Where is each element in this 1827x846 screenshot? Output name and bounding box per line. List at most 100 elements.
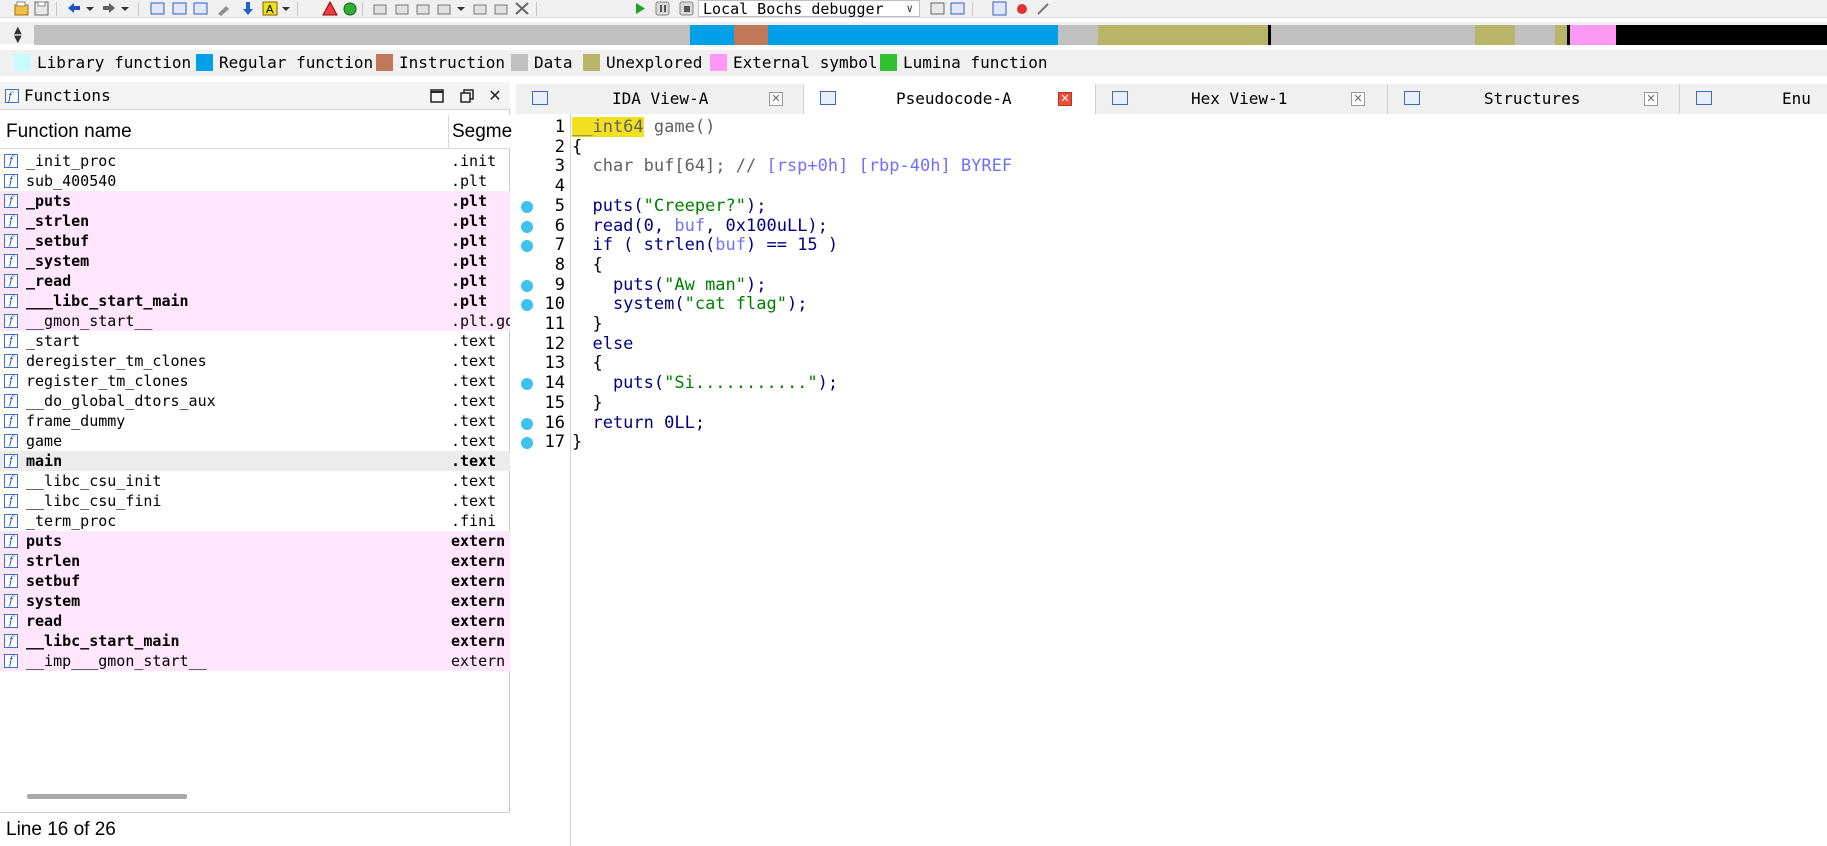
- debug-option-icon[interactable]: [930, 1, 946, 16]
- add-breakpoint-icon[interactable]: [1014, 1, 1030, 16]
- close-x-icon[interactable]: [514, 1, 530, 16]
- function-name: __gmon_start__: [26, 312, 153, 330]
- warning-icon[interactable]: [322, 0, 338, 16]
- function-row[interactable]: f setbuf extern: [0, 571, 510, 591]
- function-row[interactable]: f __imp___gmon_start__ extern: [0, 651, 510, 671]
- function-row[interactable]: f _setbuf .plt: [0, 231, 510, 251]
- green-dot-icon[interactable]: [342, 1, 358, 16]
- enum-icon[interactable]: [193, 1, 209, 16]
- call-token: );: [817, 373, 839, 394]
- graph-tool-icon[interactable]: [372, 1, 388, 16]
- toolbar-separator: [362, 2, 363, 16]
- tab-enums[interactable]: Enu: [1680, 84, 1827, 114]
- function-row[interactable]: f strlen extern: [0, 551, 510, 571]
- play-icon[interactable]: [632, 1, 648, 16]
- graph-tool-icon[interactable]: [493, 1, 509, 16]
- jump-down-icon[interactable]: [240, 1, 256, 16]
- function-row[interactable]: f _puts .plt: [0, 191, 510, 211]
- forward-arrow-icon[interactable]: [101, 1, 117, 16]
- graph-tool-icon[interactable]: [472, 1, 488, 16]
- call-token: system(: [572, 294, 685, 315]
- function-icon: f: [4, 354, 18, 368]
- nav-band-down-arrow-icon[interactable]: ▼: [14, 34, 22, 45]
- tab-close-icon[interactable]: ✕: [1644, 92, 1658, 106]
- function-icon: f: [4, 414, 18, 428]
- column-divider[interactable]: [448, 115, 449, 149]
- tab-label: IDA View-A: [612, 89, 709, 108]
- code-line[interactable]: 17}: [516, 431, 1827, 454]
- function-row[interactable]: f read extern: [0, 611, 510, 631]
- horizontal-scrollbar-thumb[interactable]: [27, 794, 187, 799]
- function-row[interactable]: f game .text: [0, 431, 510, 451]
- close-icon[interactable]: ✕: [484, 85, 506, 107]
- graph-tool-icon[interactable]: [415, 1, 431, 16]
- forward-dropdown-icon[interactable]: [119, 1, 135, 16]
- maximize-icon[interactable]: [426, 85, 448, 107]
- function-row[interactable]: f _start .text: [0, 331, 510, 351]
- function-row[interactable]: f __libc_csu_fini .text: [0, 491, 510, 511]
- tab-ida-view-a[interactable]: IDA View-A ✕: [516, 84, 804, 114]
- function-row[interactable]: f _term_proc .fini: [0, 511, 510, 531]
- function-row[interactable]: f frame_dummy .text: [0, 411, 510, 431]
- function-row[interactable]: f _read .plt: [0, 271, 510, 291]
- debug-attach-icon[interactable]: [950, 1, 966, 16]
- text-color-dropdown-icon[interactable]: [280, 1, 296, 16]
- toolbar-separator: [56, 2, 57, 16]
- tab-pseudocode-a[interactable]: Pseudocode-A ✕: [804, 84, 1096, 115]
- legend-library-function: Library function: [14, 53, 191, 73]
- restore-icon[interactable]: [456, 85, 478, 107]
- debugger-select[interactable]: Local Bochs debugger ∨: [698, 0, 920, 17]
- debug-tool-icon[interactable]: [1036, 1, 1052, 16]
- function-row[interactable]: f __gmon_start__ .plt.go: [0, 311, 510, 331]
- tab-close-icon[interactable]: ✕: [1351, 92, 1365, 106]
- function-row[interactable]: f register_tm_clones .text: [0, 371, 510, 391]
- line-number: 17: [544, 432, 565, 453]
- function-name: _start: [26, 332, 81, 350]
- function-row[interactable]: f deregister_tm_clones .text: [0, 351, 510, 371]
- segment-icon[interactable]: [150, 1, 166, 16]
- graph-tool-icon[interactable]: [394, 1, 410, 16]
- return-token: return 0LL;: [572, 412, 706, 433]
- function-row[interactable]: f _system .plt: [0, 251, 510, 271]
- back-dropdown-icon[interactable]: [84, 1, 100, 16]
- function-row[interactable]: f __libc_csu_init .text: [0, 471, 510, 491]
- save-icon[interactable]: [34, 1, 50, 16]
- struct-icon[interactable]: [172, 1, 188, 16]
- tool-icon[interactable]: [216, 1, 232, 16]
- function-segment: .plt.go: [451, 312, 510, 330]
- text-color-icon[interactable]: A: [262, 1, 278, 16]
- function-segment: .plt: [451, 232, 488, 250]
- tab-structures[interactable]: Structures ✕: [1388, 84, 1680, 114]
- tab-close-icon[interactable]: ✕: [769, 92, 783, 106]
- function-row[interactable]: f __libc_start_main extern: [0, 631, 510, 651]
- function-row[interactable]: f _strlen .plt: [0, 211, 510, 231]
- function-name: __libc_start_main: [26, 632, 180, 650]
- function-row[interactable]: f sub_400540 .plt: [0, 171, 510, 191]
- legend-label: Data: [534, 53, 573, 72]
- call-token: );: [786, 294, 808, 315]
- graph-tool-icon[interactable]: [436, 1, 452, 16]
- column-header-segment[interactable]: Segme: [452, 121, 512, 143]
- back-arrow-icon[interactable]: [66, 1, 82, 16]
- function-row[interactable]: f __do_global_dtors_aux .text: [0, 391, 510, 411]
- function-row[interactable]: f _init_proc .init: [0, 151, 510, 171]
- graph-dropdown-icon[interactable]: [455, 1, 471, 16]
- tab-close-icon[interactable]: ✕: [1058, 92, 1072, 106]
- function-row[interactable]: f system extern: [0, 591, 510, 611]
- function-row[interactable]: f main .text: [0, 451, 510, 471]
- navigation-band[interactable]: [34, 25, 1827, 45]
- stop-icon[interactable]: [679, 1, 695, 16]
- pseudocode-view[interactable]: 1 __int64 game() 2{3 char buf[64]; // [rsp…: [516, 114, 1827, 846]
- function-row[interactable]: f ___libc_start_main .plt: [0, 291, 510, 311]
- return-type-token: __int64: [572, 117, 644, 137]
- pause-icon[interactable]: [655, 1, 671, 16]
- tab-hex-view-1[interactable]: Hex View-1 ✕: [1096, 84, 1388, 114]
- column-header-function-name[interactable]: Function name: [6, 121, 132, 143]
- legend-label: Unexplored: [606, 53, 703, 72]
- breakpoint-list-icon[interactable]: [992, 1, 1008, 16]
- disassembly-icon: [532, 91, 548, 105]
- brace-token: {: [572, 353, 603, 374]
- function-segment: .plt: [451, 292, 488, 310]
- function-row[interactable]: f puts extern: [0, 531, 510, 551]
- open-file-icon[interactable]: [14, 1, 30, 16]
